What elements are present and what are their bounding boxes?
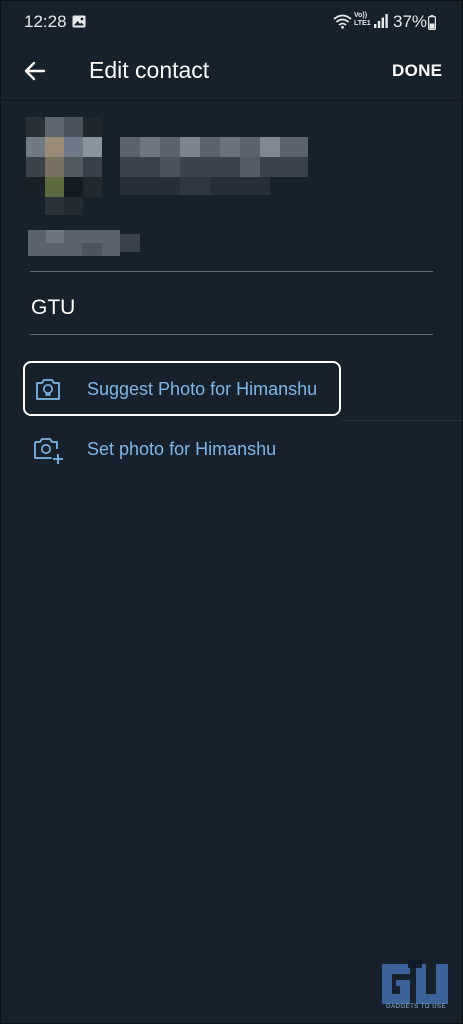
gallery-icon <box>72 15 86 28</box>
volte-label-bottom: LTE1 <box>354 20 371 27</box>
wifi-icon <box>333 14 352 29</box>
name-field-underline <box>30 271 433 272</box>
contact-phonetic-redacted[interactable] <box>28 230 140 256</box>
suggest-photo-button[interactable]: Suggest Photo for Himanshu <box>23 361 341 416</box>
header-divider <box>0 100 463 101</box>
suggest-photo-label: Suggest Photo for Himanshu <box>87 379 318 399</box>
status-bar: 12:28 Vo)) LTE1 37% <box>0 0 463 44</box>
battery-icon <box>428 15 436 30</box>
camera-add-icon <box>34 438 63 464</box>
contact-name-redacted[interactable] <box>120 137 308 195</box>
set-photo-label: Set photo for Himanshu <box>87 439 277 459</box>
volte-icon: Vo)) LTE1 <box>354 12 371 28</box>
watermark-text: GADGETS TO USE <box>385 1004 447 1010</box>
organization-field[interactable]: GTU <box>31 296 75 320</box>
status-time: 12:28 <box>24 12 67 31</box>
back-arrow-icon[interactable] <box>22 58 48 84</box>
contact-avatar[interactable] <box>26 117 102 215</box>
organization-field-underline <box>30 334 433 335</box>
camera-bulb-icon <box>36 379 60 400</box>
app-header: Edit contact DONE <box>0 44 463 100</box>
battery-percent: 37% <box>393 12 428 31</box>
signal-icon <box>374 14 388 28</box>
row-divider <box>341 420 463 421</box>
set-photo-button[interactable]: Set photo for Himanshu <box>23 425 341 473</box>
page-title: Edit contact <box>89 57 210 83</box>
volte-label-top: Vo)) <box>354 12 368 19</box>
done-button[interactable]: DONE <box>392 61 442 81</box>
